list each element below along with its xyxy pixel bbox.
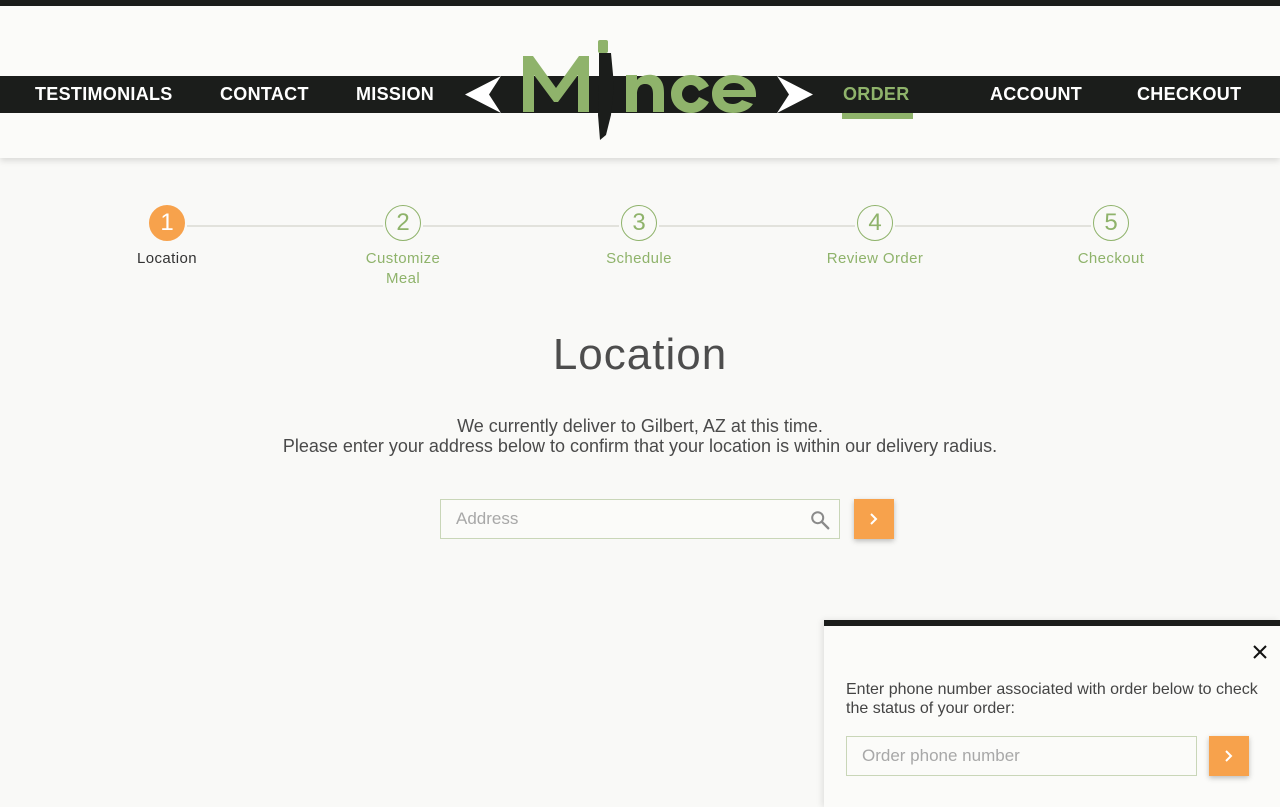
nav-mission[interactable]: MISSION bbox=[356, 76, 434, 113]
step-label: Review Order bbox=[826, 250, 924, 267]
nav-account[interactable]: ACCOUNT bbox=[990, 76, 1082, 113]
address-input[interactable] bbox=[441, 500, 839, 538]
nav-contact[interactable]: CONTACT bbox=[220, 76, 309, 113]
nav-checkout[interactable]: CHECKOUT bbox=[1137, 76, 1241, 113]
address-instructions: Please enter your address below to confi… bbox=[282, 436, 998, 456]
step-checkout[interactable]: 5 Checkout bbox=[1041, 205, 1181, 269]
left-arrow-decoration bbox=[465, 76, 501, 113]
step-label: Location bbox=[137, 250, 197, 267]
delivery-area-text: We currently deliver to Gilbert, AZ at t… bbox=[457, 416, 823, 436]
step-number: 4 bbox=[857, 205, 893, 241]
step-number: 2 bbox=[385, 205, 421, 241]
right-arrow-decoration bbox=[777, 76, 813, 113]
step-number: 5 bbox=[1093, 205, 1129, 241]
delivery-description: We currently deliver to Gilbert, AZ at t… bbox=[0, 416, 1280, 456]
nav-order[interactable]: ORDER bbox=[843, 76, 910, 113]
step-number: 3 bbox=[621, 205, 657, 241]
phone-field bbox=[846, 736, 1197, 776]
page-title: Location bbox=[552, 330, 728, 379]
nav-testimonials[interactable]: TESTIMONIALS bbox=[35, 76, 173, 113]
step-number: 1 bbox=[149, 205, 185, 241]
mince-logo[interactable] bbox=[516, 30, 766, 145]
step-label: Customize Meal bbox=[365, 250, 441, 287]
chevron-right-icon bbox=[1225, 750, 1233, 762]
nav-order-underline bbox=[842, 113, 913, 119]
order-phone-input[interactable] bbox=[847, 737, 1196, 775]
order-stepper: 1 Location 2 Customize Meal 3 Schedule 4… bbox=[0, 205, 1280, 295]
step-label: Schedule bbox=[606, 250, 672, 267]
address-field bbox=[440, 499, 840, 539]
address-submit-button[interactable] bbox=[854, 499, 894, 539]
step-customize-meal[interactable]: 2 Customize Meal bbox=[358, 205, 448, 289]
step-review-order[interactable]: 4 Review Order bbox=[805, 205, 945, 269]
phone-submit-button[interactable] bbox=[1209, 736, 1249, 776]
order-status-panel: Enter phone number associated with order… bbox=[824, 620, 1280, 807]
order-status-instructions: Enter phone number associated with order… bbox=[846, 681, 1258, 717]
chevron-right-icon bbox=[870, 513, 878, 525]
step-schedule[interactable]: 3 Schedule bbox=[569, 205, 709, 269]
step-label: Checkout bbox=[1077, 250, 1145, 267]
search-icon[interactable] bbox=[809, 509, 831, 531]
close-icon[interactable] bbox=[1252, 644, 1268, 660]
step-location[interactable]: 1 Location bbox=[97, 205, 237, 269]
